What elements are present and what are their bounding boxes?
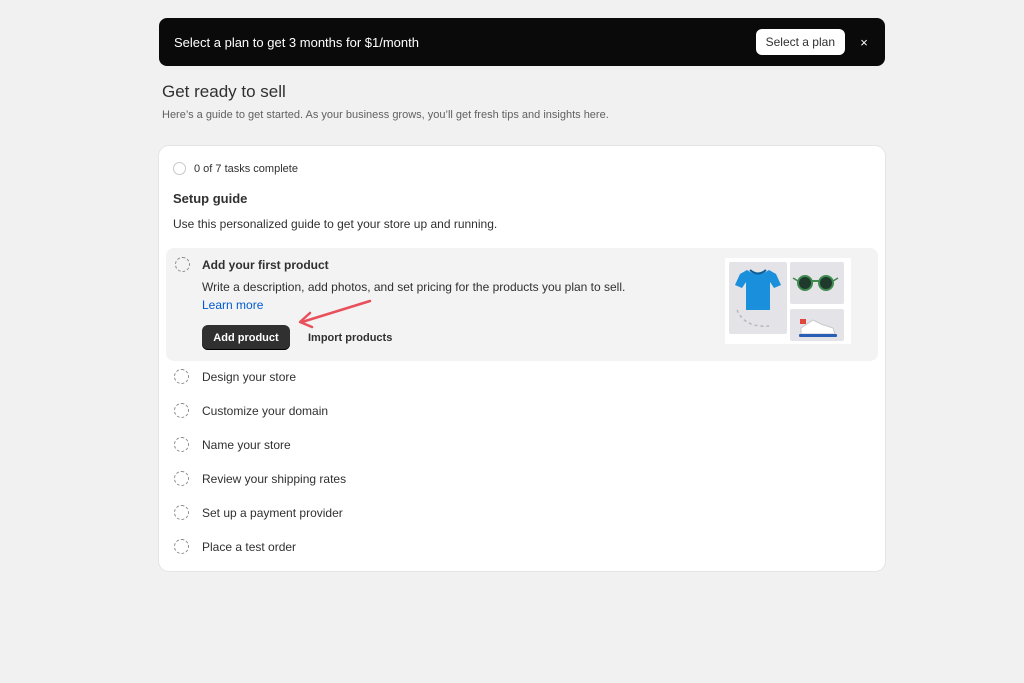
task-design-store[interactable]: Design your store [174, 369, 296, 384]
task-label: Name your store [202, 437, 291, 452]
promo-banner: Select a plan to get 3 months for $1/mon… [159, 18, 885, 66]
setup-guide-description: Use this personalized guide to get your … [173, 217, 498, 231]
progress-circle-icon [173, 162, 186, 175]
add-product-button[interactable]: Add product [202, 325, 290, 350]
learn-more-link[interactable]: Learn more [202, 298, 263, 312]
task-review-shipping[interactable]: Review your shipping rates [174, 471, 346, 486]
setup-guide-card: 0 of 7 tasks complete Setup guide Use th… [159, 146, 885, 571]
product-illustration-icon [725, 258, 851, 344]
task-incomplete-icon[interactable] [174, 539, 189, 554]
progress-indicator: 0 of 7 tasks complete [173, 162, 298, 175]
task-customize-domain[interactable]: Customize your domain [174, 403, 328, 418]
task-incomplete-icon[interactable] [174, 403, 189, 418]
task-test-order[interactable]: Place a test order [174, 539, 296, 554]
task-incomplete-icon[interactable] [175, 257, 190, 272]
task-incomplete-icon[interactable] [174, 471, 189, 486]
task-label: Set up a payment provider [202, 505, 343, 520]
progress-text: 0 of 7 tasks complete [194, 162, 298, 175]
task-description: Write a description, add photos, and set… [202, 278, 642, 314]
task-incomplete-icon[interactable] [174, 505, 189, 520]
task-add-first-product: Add your first product Write a descripti… [166, 248, 878, 361]
import-products-button[interactable]: Import products [308, 332, 392, 344]
task-label: Review your shipping rates [202, 471, 347, 486]
task-description-text: Write a description, add photos, and set… [202, 280, 626, 294]
page-title: Get ready to sell [162, 82, 286, 101]
setup-guide-title: Setup guide [173, 191, 248, 206]
task-payment-provider[interactable]: Set up a payment provider [174, 505, 343, 520]
select-plan-button[interactable]: Select a plan [755, 29, 845, 55]
annotation-arrow-icon [298, 299, 372, 329]
task-label: Place a test order [202, 539, 297, 554]
task-label: Customize your domain [202, 403, 329, 418]
page-subtitle: Here’s a guide to get started. As your b… [162, 109, 609, 121]
task-incomplete-icon[interactable] [174, 369, 189, 384]
task-incomplete-icon[interactable] [174, 437, 189, 452]
task-name-store[interactable]: Name your store [174, 437, 291, 452]
banner-text: Select a plan to get 3 months for $1/mon… [174, 34, 419, 50]
task-title: Add your first product [202, 258, 329, 272]
close-icon[interactable]: × [857, 35, 871, 50]
task-label: Design your store [202, 369, 297, 384]
